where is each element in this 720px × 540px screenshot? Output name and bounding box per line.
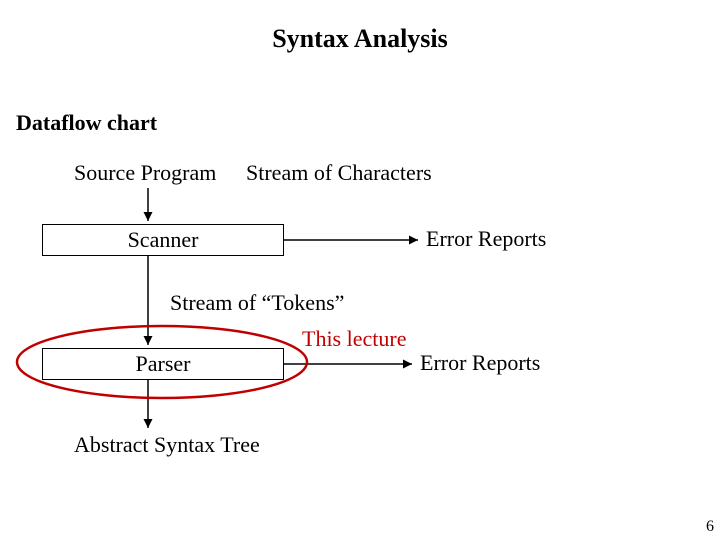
diagram-overlay xyxy=(0,0,720,540)
page-number: 6 xyxy=(706,518,714,536)
label-error-reports-2: Error Reports xyxy=(420,350,540,376)
section-heading: Dataflow chart xyxy=(16,110,157,136)
label-error-reports-1: Error Reports xyxy=(426,226,546,252)
box-parser: Parser xyxy=(42,348,284,380)
annotation-this-lecture: This lecture xyxy=(302,326,406,352)
box-scanner: Scanner xyxy=(42,224,284,256)
label-stream-tokens: Stream of “Tokens” xyxy=(170,290,344,316)
page-title: Syntax Analysis xyxy=(0,24,720,54)
label-stream-characters: Stream of Characters xyxy=(246,160,432,186)
label-ast: Abstract Syntax Tree xyxy=(74,432,260,458)
label-source-program: Source Program xyxy=(74,160,216,186)
